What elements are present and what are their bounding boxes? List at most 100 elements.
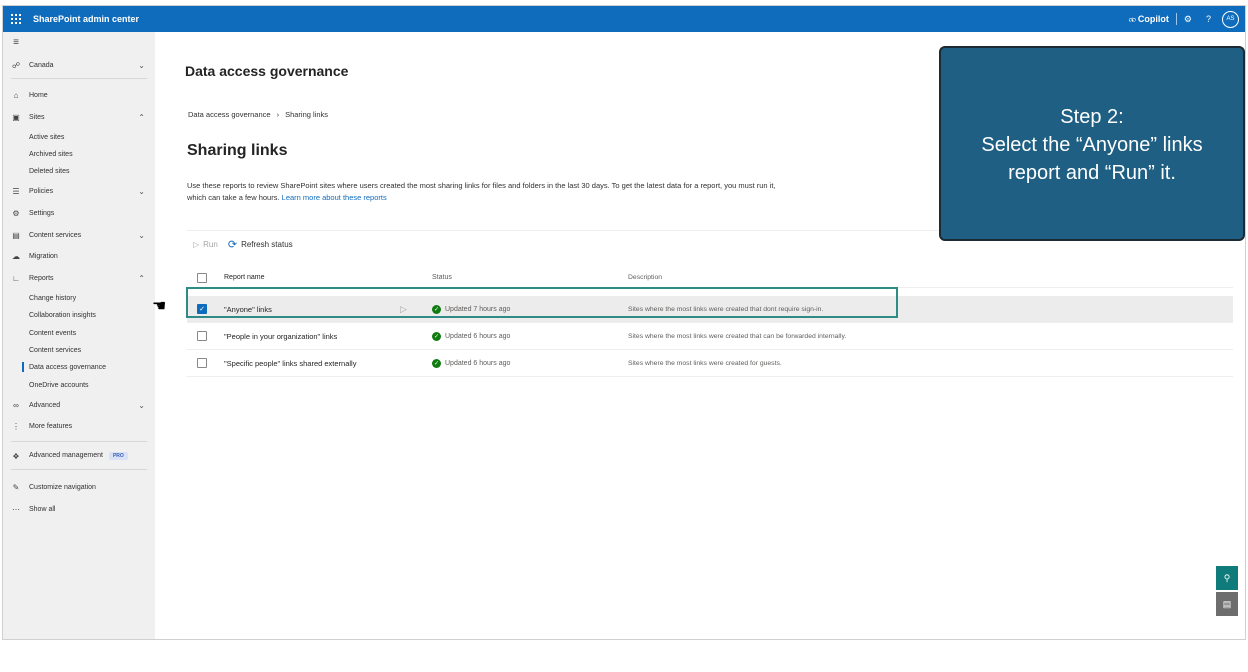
page-title: Sharing links — [187, 142, 288, 159]
divider — [11, 78, 147, 79]
column-header-status[interactable]: Status — [432, 274, 452, 281]
refresh-icon: ⟳ — [227, 239, 238, 251]
play-icon[interactable]: ▷ — [400, 304, 407, 315]
sidebar-item-label: Reports — [29, 274, 54, 282]
sidebar-item-sites[interactable]: ▣ Sites ⌃ — [3, 109, 155, 125]
sidebar-item-label: Content events — [29, 329, 77, 337]
callout-line: report and “Run” it. — [1008, 162, 1176, 184]
chevron-down-icon: ⌄ — [138, 60, 145, 70]
sidebar-item-reports[interactable]: ∟ Reports ⌃ — [3, 270, 155, 286]
sidebar-item-label: Content services — [29, 346, 82, 354]
sidebar-item-active-sites[interactable]: Active sites — [3, 129, 155, 145]
sidebar-item-label: Collaboration insights — [29, 311, 96, 319]
sidebar-item-label: Active sites — [29, 133, 65, 141]
copilot-icon: ⧞ — [1128, 13, 1136, 24]
sidebar-item-onedrive-accounts[interactable]: OneDrive accounts — [3, 377, 155, 393]
sidebar-item-label: Deleted sites — [29, 167, 70, 175]
hamburger-icon: ≡ — [13, 36, 19, 48]
sidebar-item-customize-navigation[interactable]: ✎ Customize navigation — [3, 479, 155, 495]
sidebar-item-content-services-report[interactable]: Content services — [3, 342, 155, 358]
sidebar-item-label: Data access governance — [29, 363, 107, 371]
row-checkbox[interactable] — [197, 358, 207, 368]
copilot-button[interactable]: ⧞ Copilot — [1122, 6, 1176, 32]
sites-icon: ▣ — [12, 112, 20, 122]
sidebar-item-deleted-sites[interactable]: Deleted sites — [3, 163, 155, 179]
sidebar-item-show-all[interactable]: ⋯ Show all — [3, 501, 155, 517]
sidebar-item-label: Home — [29, 91, 48, 99]
sidebar-item-change-history[interactable]: Change history — [3, 290, 155, 306]
collapse-nav-button[interactable]: ≡ — [3, 34, 155, 50]
table-row[interactable]: ✓ "Anyone" links ▷ ✓ Updated 7 hours ago… — [187, 296, 1233, 323]
feedback-button[interactable]: ▤ — [1216, 592, 1238, 616]
report-name[interactable]: "People in your organization" links — [224, 332, 337, 341]
report-name[interactable]: "Specific people" links shared externall… — [224, 359, 356, 368]
settings-button[interactable]: ⚙ — [1177, 6, 1199, 32]
status-text: Updated 6 hours ago — [445, 359, 511, 367]
report-name[interactable]: "Anyone" links — [224, 305, 272, 314]
sidebar-item-label: Customize navigation — [29, 483, 96, 491]
table-header-row: Report name Status Description — [187, 268, 1233, 288]
refresh-status-button[interactable]: ⟳ Refresh status — [228, 238, 293, 251]
policies-icon: ☰ — [12, 186, 20, 196]
app-title[interactable]: SharePoint admin center — [33, 14, 139, 24]
sidebar-item-label: Settings — [29, 209, 55, 217]
pointing-hand-icon: ☚ — [152, 298, 167, 315]
sidebar-item-collaboration-insights[interactable]: Collaboration insights — [3, 307, 155, 323]
sidebar-item-migration[interactable]: ☁ Migration — [3, 248, 155, 264]
column-header-report-name[interactable]: Report name — [224, 274, 264, 281]
sidebar-item-label: Canada — [29, 61, 54, 69]
content-services-icon: ▤ — [12, 230, 20, 240]
chevron-down-icon: ⌄ — [138, 400, 145, 410]
status-cell: ✓ Updated 6 hours ago — [432, 331, 510, 341]
gear-icon: ⚙ — [1183, 13, 1192, 24]
breadcrumb-item-data-access-governance[interactable]: Data access governance — [188, 110, 271, 119]
divider — [11, 469, 147, 470]
sidebar-item-label: Content services — [29, 231, 82, 239]
page-heading: Data access governance — [185, 63, 349, 79]
row-checkbox[interactable]: ✓ — [197, 304, 207, 314]
sidebar-item-advanced[interactable]: ∞ Advanced ⌄ — [3, 397, 155, 413]
sidebar-item-label: Change history — [29, 294, 77, 302]
table-row[interactable]: "People in your organization" links ✓ Up… — [187, 323, 1233, 350]
check-circle-icon: ✓ — [432, 331, 441, 341]
table-row[interactable]: "Specific people" links shared externall… — [187, 350, 1233, 377]
top-bar-actions: ⧞ Copilot ⚙ ? AS — [1122, 6, 1245, 32]
help-assistant-button[interactable]: ⚲ — [1216, 566, 1238, 590]
description-text: Use these reports to review SharePoint s… — [187, 181, 776, 202]
app-launcher-icon[interactable] — [3, 6, 29, 32]
sidebar-item-more-features[interactable]: ⋮ More features — [3, 418, 155, 434]
learn-more-link[interactable]: Learn more about these reports — [282, 193, 387, 202]
divider — [187, 230, 947, 231]
sidebar-item-content-services[interactable]: ▤ Content services ⌄ — [3, 227, 155, 243]
sidebar-item-home[interactable]: ⌂ Home — [3, 87, 155, 103]
run-button[interactable]: ▷ Run — [193, 240, 218, 249]
sidebar-item-policies[interactable]: ☰ Policies ⌄ — [3, 183, 155, 199]
sidebar: ≡ ☍ Canada ⌄ ⌂ Home ▣ Sites ⌃ Active sit… — [3, 32, 155, 639]
sidebar-item-label: OneDrive accounts — [29, 381, 89, 389]
sidebar-item-settings[interactable]: ⚙ Settings — [3, 205, 155, 221]
play-icon: ▷ — [193, 240, 200, 249]
help-button[interactable]: ? — [1199, 6, 1218, 32]
sidebar-item-advanced-management[interactable]: ❖ Advanced management PRO — [3, 448, 155, 464]
copilot-label: Copilot — [1137, 14, 1169, 24]
chevron-up-icon: ⌃ — [138, 112, 145, 122]
status-cell: ✓ Updated 6 hours ago — [432, 358, 511, 368]
pencil-icon: ✎ — [12, 482, 20, 492]
sidebar-item-label: Archived sites — [29, 150, 73, 158]
row-checkbox[interactable] — [197, 331, 207, 341]
sidebar-item-data-access-governance[interactable]: Data access governance — [3, 359, 155, 375]
sidebar-item-content-events[interactable]: Content events — [3, 325, 155, 341]
status-text: Updated 7 hours ago — [445, 305, 511, 313]
chevron-right-icon: › — [276, 110, 280, 119]
sidebar-item-label: More features — [29, 422, 73, 430]
column-header-description[interactable]: Description — [628, 274, 662, 281]
sidebar-item-archived-sites[interactable]: Archived sites — [3, 146, 155, 162]
lightbulb-icon: ⚲ — [1223, 572, 1231, 583]
breadcrumb-item-sharing-links: Sharing links — [285, 110, 329, 119]
chat-icon: ▤ — [1222, 598, 1232, 609]
top-bar: SharePoint admin center ⧞ Copilot ⚙ ? AS — [3, 6, 1245, 32]
sidebar-item-canada[interactable]: ☍ Canada ⌄ — [3, 57, 155, 73]
chevron-up-icon: ⌃ — [138, 273, 145, 283]
select-all-checkbox[interactable] — [197, 272, 207, 283]
avatar[interactable]: AS — [1222, 10, 1239, 28]
